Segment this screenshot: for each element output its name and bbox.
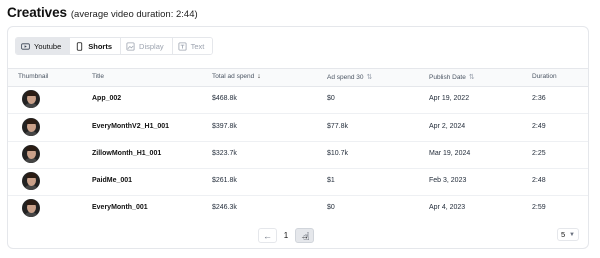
sort-icon: ⇅	[366, 74, 373, 81]
hand-pointer-icon: ☝	[303, 231, 310, 243]
row-title[interactable]: EveryMonth_001	[92, 204, 148, 211]
video-thumbnail	[22, 145, 40, 163]
tab-text[interactable]: Text	[172, 38, 213, 54]
table-row[interactable]: ZillowMonth_H1_001 $323.7k $10.7k Mar 19…	[8, 141, 588, 169]
tab-display[interactable]: Display	[121, 38, 173, 54]
text-icon	[178, 41, 187, 51]
row-ad-spend-30: $1	[327, 177, 335, 184]
page-size-select[interactable]: 5 ▼	[557, 228, 579, 241]
tab-youtube[interactable]: Youtube	[16, 38, 71, 54]
row-ad-spend-30: $0	[327, 95, 335, 102]
row-duration: 2:36	[532, 95, 546, 102]
sort-icon: ⇅	[468, 74, 475, 81]
header-thumbnail: Thumbnail	[18, 73, 49, 80]
row-total-ad-spend: $246.3k	[212, 204, 237, 211]
chevron-down-icon: ▼	[569, 231, 575, 238]
sort-desc-icon: ↓	[257, 73, 261, 80]
row-title[interactable]: EveryMonthV2_H1_001	[92, 123, 169, 130]
row-duration: 2:49	[532, 123, 546, 130]
format-tabs: Youtube Shorts Display Text	[15, 37, 214, 55]
row-duration: 2:59	[532, 204, 546, 211]
row-title[interactable]: PaidMe_001	[92, 177, 132, 184]
row-title[interactable]: App_002	[92, 95, 121, 102]
table-row[interactable]: EveryMonthV2_H1_001 $397.8k $77.8k Apr 2…	[8, 114, 588, 142]
row-publish-date: Feb 3, 2023	[429, 177, 467, 184]
row-ad-spend-30: $10.7k	[327, 150, 349, 157]
image-icon	[126, 41, 135, 51]
row-total-ad-spend: $397.8k	[212, 123, 237, 130]
page-header: Creatives (average video duration: 2:44)	[7, 5, 198, 21]
row-total-ad-spend: $323.7k	[212, 150, 237, 157]
previous-page-button[interactable]: ←	[258, 228, 277, 243]
row-publish-date: Apr 19, 2022	[429, 95, 470, 102]
current-page-number: 1	[283, 231, 289, 240]
header-publish-date[interactable]: Publish Date ⇅	[429, 73, 475, 82]
tab-label: Shorts	[88, 41, 113, 51]
header-total-ad-spend[interactable]: Total ad spend ↓	[212, 73, 261, 80]
table-header: Thumbnail Title Total ad spend ↓ Ad spend…	[8, 68, 588, 87]
video-thumbnail	[22, 90, 40, 108]
row-duration: 2:48	[532, 177, 546, 184]
phone-icon	[77, 41, 83, 51]
header-duration: Duration	[532, 73, 557, 80]
video-thumbnail	[22, 199, 40, 217]
row-ad-spend-30: $0	[327, 204, 335, 211]
youtube-icon	[21, 42, 30, 50]
page-title: Creatives	[7, 5, 67, 20]
row-ad-spend-30: $77.8k	[327, 123, 349, 130]
header-ad-spend-30[interactable]: Ad spend 30 ⇅	[327, 73, 373, 82]
header-title: Title	[92, 73, 105, 80]
average-duration-subtitle: (average video duration: 2:44)	[70, 9, 198, 20]
row-total-ad-spend: $468.8k	[212, 95, 237, 102]
tab-label: Youtube	[34, 41, 62, 51]
table-row[interactable]: App_002 $468.8k $0 Apr 19, 2022 2:36	[8, 86, 588, 114]
tab-label: Text	[190, 41, 205, 51]
row-duration: 2:25	[532, 150, 546, 157]
row-title[interactable]: ZillowMonth_H1_001	[92, 150, 161, 157]
video-thumbnail	[22, 172, 40, 190]
row-publish-date: Apr 4, 2023	[429, 204, 466, 211]
table-row[interactable]: EveryMonth_001 $246.3k $0 Apr 4, 2023 2:…	[8, 195, 588, 222]
tab-label: Display	[139, 41, 164, 51]
row-publish-date: Apr 2, 2024	[429, 123, 466, 130]
table-row[interactable]: PaidMe_001 $261.8k $1 Feb 3, 2023 2:48	[8, 168, 588, 196]
page-size-value: 5	[561, 230, 566, 239]
tab-shorts[interactable]: Shorts	[70, 38, 122, 54]
video-thumbnail	[22, 118, 40, 136]
arrow-left-icon: ←	[263, 230, 272, 241]
row-publish-date: Mar 19, 2024	[429, 150, 471, 157]
creatives-card: Youtube Shorts Display Text Thumbnail Ti…	[7, 26, 589, 249]
row-total-ad-spend: $261.8k	[212, 177, 237, 184]
